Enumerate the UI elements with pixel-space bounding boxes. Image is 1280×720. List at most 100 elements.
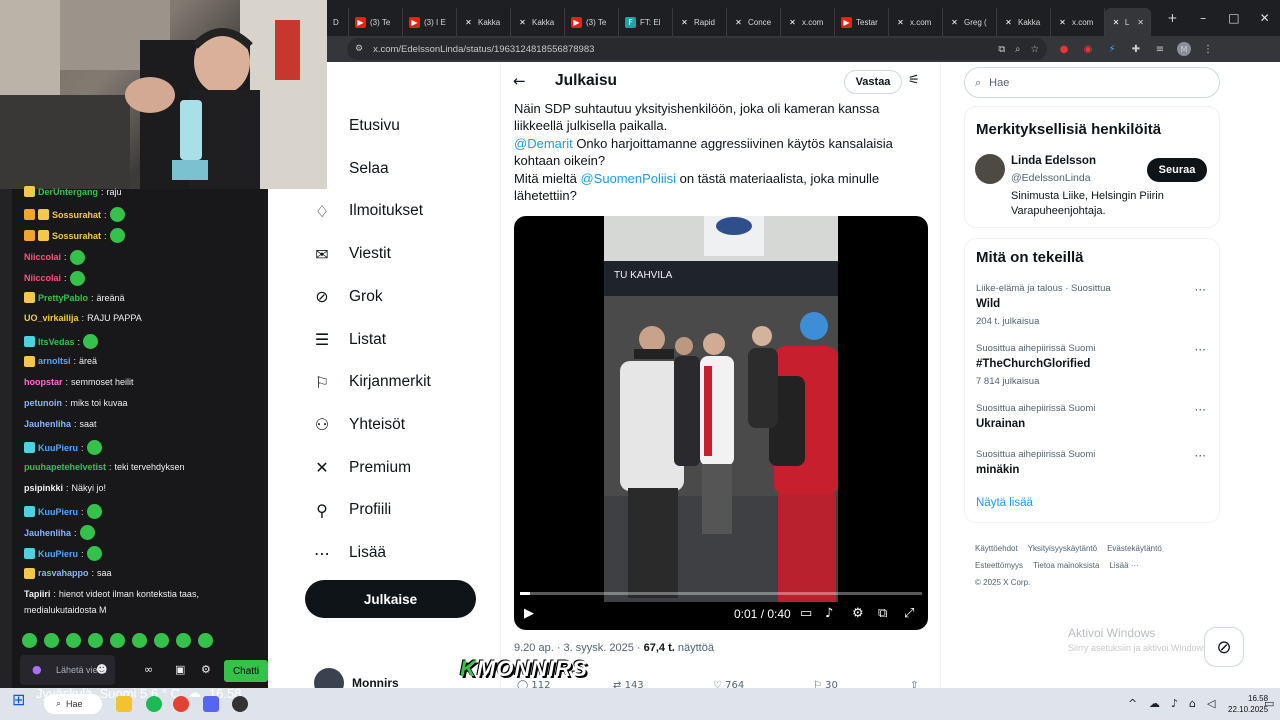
mention-link[interactable]: @SuomenPoliisi bbox=[580, 171, 676, 186]
video-player[interactable]: TU KAHVILA ▶ 0:01 / 0:40 ▭ ♪ ⚙ ⧉ ⤢ bbox=[514, 216, 928, 630]
nav-item-lis-[interactable]: ⋯ Lisää bbox=[312, 543, 386, 563]
emote-icon[interactable] bbox=[44, 633, 59, 648]
chat-username[interactable]: Niiccolai bbox=[24, 273, 61, 283]
chat-settings-icon[interactable]: ⚙ bbox=[201, 663, 211, 676]
extension-record-icon[interactable]: ◉ bbox=[1081, 42, 1095, 56]
nav-item-listat[interactable]: ☰ Listat bbox=[312, 330, 386, 350]
emote-icon[interactable] bbox=[83, 334, 99, 350]
browser-tab[interactable]: ✕ x.com bbox=[781, 8, 835, 36]
chat-username[interactable]: petunoin bbox=[24, 398, 62, 408]
onedrive-icon[interactable]: ☁ bbox=[1149, 697, 1160, 710]
chat-username[interactable]: DerUntergang bbox=[38, 187, 98, 197]
sub-badge-icon[interactable] bbox=[24, 186, 35, 197]
chat-username[interactable]: ItsVedas bbox=[38, 337, 75, 347]
tray-chevron-icon[interactable]: ^ bbox=[1128, 697, 1137, 710]
chat-username[interactable]: Sossurahat bbox=[52, 231, 101, 241]
search-input[interactable]: ⌕ Hae bbox=[964, 67, 1220, 98]
nav-item-ilmoitukset[interactable]: ♢ Ilmoitukset bbox=[312, 201, 423, 221]
follow-button[interactable]: Seuraa bbox=[1147, 158, 1207, 182]
file-explorer-icon[interactable] bbox=[116, 696, 132, 712]
pip-icon[interactable]: ⧉ bbox=[878, 606, 887, 621]
chat-username[interactable]: Jauhenliha bbox=[24, 419, 71, 429]
emote-icon[interactable] bbox=[132, 633, 147, 648]
extension-translate-icon[interactable]: ⚡ bbox=[1105, 42, 1119, 56]
chat-username[interactable]: rasvahappo bbox=[38, 568, 89, 578]
profile-avatar-icon[interactable]: M bbox=[1177, 42, 1191, 56]
emote-icon[interactable] bbox=[198, 633, 213, 648]
browser-tab[interactable]: ▶ Testar bbox=[835, 8, 889, 36]
chat-username[interactable]: Jauhenliha bbox=[24, 528, 71, 538]
mention-link[interactable]: @Demarit bbox=[514, 136, 573, 151]
discord-icon[interactable] bbox=[203, 696, 219, 712]
footer-link[interactable]: Käyttöehdot bbox=[975, 544, 1018, 553]
notifications-icon[interactable]: ▭ bbox=[1264, 697, 1274, 710]
close-tab-icon[interactable]: ✕ bbox=[1137, 18, 1144, 27]
sub2-badge-icon[interactable] bbox=[24, 336, 35, 348]
browser-tab[interactable]: ✕ x.com bbox=[889, 8, 943, 36]
settings-gear-icon[interactable]: ⚙ bbox=[852, 606, 864, 621]
footer-link[interactable]: Esteettömyys bbox=[975, 561, 1023, 570]
browser-tab[interactable]: ✕ L ✕ bbox=[1105, 8, 1151, 36]
chat-username[interactable]: UO_virkailija bbox=[24, 313, 79, 323]
nav-item-grok[interactable]: ⊘ Grok bbox=[312, 287, 382, 307]
sub2-badge-icon[interactable] bbox=[24, 548, 35, 560]
emote-icon[interactable] bbox=[88, 633, 103, 648]
more-options-icon[interactable]: ··· bbox=[1195, 283, 1206, 297]
emote-icon[interactable] bbox=[86, 546, 102, 562]
chat-username[interactable]: hoopstar bbox=[24, 377, 63, 387]
emote-icon[interactable] bbox=[109, 228, 125, 244]
install-app-icon[interactable]: ⧉ bbox=[998, 44, 1005, 55]
obs-icon[interactable] bbox=[232, 696, 248, 712]
emote-icon[interactable] bbox=[86, 504, 102, 519]
browser-tab[interactable]: ▶ (3) I E bbox=[403, 8, 457, 36]
play-icon[interactable]: ▶ bbox=[524, 606, 534, 621]
extensions-puzzle-icon[interactable]: ✚ bbox=[1129, 42, 1143, 56]
taskbar-clock[interactable]: 16.58 22.10.2025 bbox=[1228, 693, 1268, 715]
emote-icon[interactable] bbox=[66, 633, 81, 648]
footer-link[interactable]: Evästekäytäntö bbox=[1107, 544, 1162, 553]
browser-tab[interactable]: ✕ Conce bbox=[727, 8, 781, 36]
video-progress-bar[interactable] bbox=[520, 592, 922, 595]
browser-tab[interactable]: ✕ Kakka bbox=[997, 8, 1051, 36]
more-options-icon[interactable]: ··· bbox=[1195, 403, 1206, 417]
chat-send-button[interactable]: Chatti bbox=[224, 660, 268, 682]
mic-icon[interactable]: ● bbox=[32, 663, 42, 676]
trend-item[interactable]: Suosittua aihepiirissä Suomi minäkin ··· bbox=[976, 449, 1206, 476]
sub2-badge-icon[interactable] bbox=[24, 442, 35, 454]
post-button[interactable]: Julkaise bbox=[305, 580, 476, 618]
chat-username[interactable]: Tapiiri bbox=[24, 589, 50, 599]
emote-icon[interactable] bbox=[69, 270, 85, 286]
browser-tab[interactable]: ✕ Rapid bbox=[673, 8, 727, 36]
nav-item-premium[interactable]: ✕ Premium bbox=[312, 458, 411, 478]
browser-menu-icon[interactable]: ⋮ bbox=[1201, 42, 1215, 56]
footer-link[interactable]: Lisää ··· bbox=[1109, 561, 1138, 570]
chat-username[interactable]: KuuPieru bbox=[38, 507, 78, 517]
emote-icon[interactable] bbox=[79, 525, 95, 541]
sub-badge-icon[interactable] bbox=[38, 230, 49, 242]
extension-red-icon[interactable]: ● bbox=[1057, 42, 1071, 56]
chat-username[interactable]: Sossurahat bbox=[52, 210, 101, 220]
browser-tab[interactable]: ▶ (3) Te bbox=[565, 8, 619, 36]
volume-icon[interactable]: ♪ bbox=[825, 606, 833, 621]
chat-username[interactable]: PrettyPablo bbox=[38, 293, 88, 303]
network-icon[interactable]: ⌂ bbox=[1189, 697, 1196, 710]
emote-icon[interactable] bbox=[110, 633, 125, 648]
trend-item[interactable]: Suosittua aihepiirissä Suomi #TheChurchGl… bbox=[976, 343, 1206, 387]
more-options-icon[interactable]: ··· bbox=[1195, 449, 1206, 463]
nav-item-yhteis-t[interactable]: ⚇ Yhteisöt bbox=[312, 415, 405, 435]
channel-points-icon[interactable]: ∞ bbox=[144, 663, 153, 676]
chat-username[interactable]: KuuPieru bbox=[38, 549, 78, 559]
emote-icon[interactable] bbox=[176, 633, 191, 648]
browser-tab[interactable]: ✕ x.com bbox=[1051, 8, 1105, 36]
chat-username[interactable]: arnoltsi bbox=[38, 356, 71, 366]
sub-badge-icon[interactable] bbox=[38, 209, 49, 221]
chat-username[interactable]: puuhapetehelvetist bbox=[24, 462, 106, 472]
sub-badge-icon[interactable] bbox=[24, 292, 35, 303]
media-control-icon[interactable]: ≡ bbox=[1153, 42, 1167, 56]
bookmark-star-icon[interactable]: ☆ bbox=[1030, 44, 1039, 55]
chat-username[interactable]: KuuPieru bbox=[38, 443, 78, 453]
browser-tab[interactable]: ✕ Greg ( bbox=[943, 8, 997, 36]
trend-item[interactable]: Suosittua aihepiirissä Suomi Ukrainan ··· bbox=[976, 403, 1206, 430]
windows-start-icon[interactable]: ⊞ bbox=[12, 690, 25, 709]
chat-username[interactable]: Niiccolai bbox=[24, 252, 61, 262]
